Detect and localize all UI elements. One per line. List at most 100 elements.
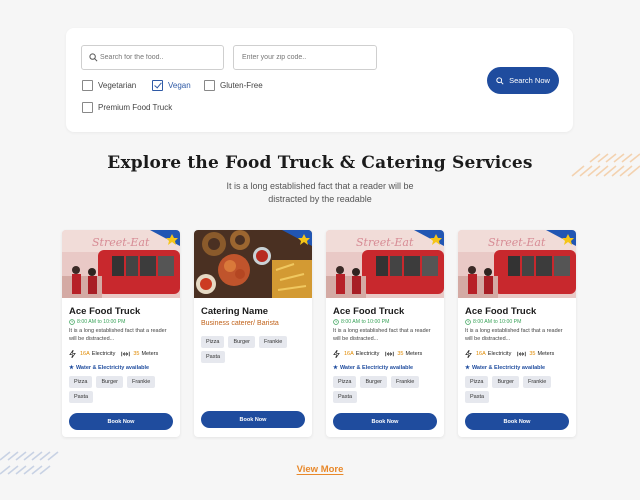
lightning-icon — [333, 350, 340, 358]
catering-card: Catering Name Business caterer/ Barista … — [194, 230, 312, 437]
section-title: Explore the Food Truck & Catering Servic… — [107, 153, 533, 173]
availability-text: Water & Electricity available — [75, 365, 150, 371]
search-now-label: Search Now — [509, 76, 550, 85]
clock-icon — [333, 319, 339, 325]
tag: Pizza — [201, 336, 225, 348]
clock-icon — [69, 319, 75, 325]
premium-food-truck-label: Premium Food Truck — [98, 103, 173, 112]
book-now-button[interactable]: Book Now — [69, 413, 173, 430]
electricity-label: Electricity — [355, 351, 380, 357]
card-description: It is a long established fact that a rea… — [333, 328, 431, 342]
distance-value: 35 — [529, 351, 536, 357]
card-title: Catering Name — [201, 306, 269, 317]
electricity-label: Electricity — [91, 351, 116, 357]
card-hours: 8:00 AM to 10:00 PM — [465, 319, 521, 325]
electricity-amp: 16A — [476, 351, 486, 357]
view-more-link[interactable]: View More — [0, 464, 640, 475]
book-now-button[interactable]: Book Now — [465, 413, 569, 430]
tag: Burger — [360, 376, 387, 388]
star-icon: ★ — [333, 365, 338, 371]
book-now-button[interactable]: Book Now — [201, 411, 305, 428]
search-now-button[interactable]: Search Now — [487, 67, 559, 94]
tag: Pasta — [465, 391, 490, 403]
tag: Pasta — [69, 391, 94, 403]
electricity-label: Electricity — [487, 351, 512, 357]
card-hours: 8:00 AM to 10:00 PM — [69, 319, 125, 325]
card-availability: ★ Water & Electricity available — [465, 365, 545, 371]
card-title: Ace Food Truck — [69, 306, 141, 317]
search-icon — [89, 53, 98, 62]
svg-text:Street-Eat: Street-Eat — [92, 236, 150, 249]
card-hours: 8:00 AM to 10:00 PM — [333, 319, 389, 325]
tag: Pasta — [201, 351, 226, 363]
card-hours-text: 8:00 AM to 10:00 PM — [341, 319, 390, 325]
card-description: It is a long established fact that a rea… — [465, 328, 563, 342]
food-truck-image: Street-Eat — [326, 230, 444, 298]
availability-text: Water & Electricity available — [471, 365, 546, 371]
lightning-icon — [69, 350, 76, 358]
tag: Pizza — [333, 376, 357, 388]
distance-value: 35 — [133, 351, 140, 357]
card-tags: Pizza Burger Frankie Pasta — [69, 376, 177, 403]
food-truck-card: Street-Eat Ace Food Truck 8:00 AM to 10:… — [458, 230, 576, 437]
tag: Frankie — [390, 376, 420, 388]
distance-value: 35 — [397, 351, 404, 357]
card-hours-text: 8:00 AM to 10:00 PM — [473, 319, 522, 325]
electricity-amp: 16A — [80, 351, 90, 357]
premium-food-truck-checkbox[interactable] — [82, 102, 93, 113]
zip-code-input[interactable] — [233, 45, 377, 70]
search-panel: Vegetarian Vegan Gluten-Free Premium Foo… — [66, 28, 573, 132]
tag: Burger — [96, 376, 123, 388]
card-tags: Pizza Burger Frankie Pasta — [201, 336, 309, 363]
distance-icon — [385, 351, 394, 357]
gluten-free-label: Gluten-Free — [220, 81, 263, 90]
card-tags: Pizza Burger Frankie Pasta — [465, 376, 573, 403]
filter-gluten-free[interactable]: Gluten-Free — [204, 80, 263, 91]
section-subtitle: It is a long established fact that a rea… — [226, 181, 414, 204]
filter-vegan[interactable]: Vegan — [152, 80, 191, 91]
tag: Burger — [228, 336, 255, 348]
vegan-checkbox[interactable] — [152, 80, 163, 91]
vegetarian-checkbox[interactable] — [82, 80, 93, 91]
food-search-input[interactable] — [81, 45, 224, 70]
tag: Burger — [492, 376, 519, 388]
vegetarian-label: Vegetarian — [98, 81, 137, 90]
food-truck-image: Street-Eat — [458, 230, 576, 298]
star-icon: ★ — [69, 365, 74, 371]
filter-premium-food-truck[interactable]: Premium Food Truck — [82, 102, 172, 113]
distance-icon — [121, 351, 130, 357]
availability-text: Water & Electricity available — [339, 365, 414, 371]
card-meta: 16A Electricity 35 Meters — [465, 350, 554, 358]
tag: Pizza — [465, 376, 489, 388]
tag: Frankie — [126, 376, 156, 388]
distance-label: Meters — [405, 351, 423, 357]
card-hours-text: 8:00 AM to 10:00 PM — [77, 319, 126, 325]
distance-label: Meters — [141, 351, 159, 357]
card-availability: ★ Water & Electricity available — [333, 365, 413, 371]
food-truck-card: Street-Eat Ace Food Truck 8:00 AM to 10:… — [62, 230, 180, 437]
distance-icon — [517, 351, 526, 357]
catering-food-image — [194, 230, 312, 298]
tag: Frankie — [522, 376, 552, 388]
star-icon: ★ — [465, 365, 470, 371]
card-subtitle: Business caterer/ Barista — [201, 320, 279, 327]
book-now-button[interactable]: Book Now — [333, 413, 437, 430]
svg-text:Street-Eat: Street-Eat — [488, 236, 546, 249]
card-title: Ace Food Truck — [465, 306, 537, 317]
card-meta: 16A Electricity 35 Meters — [69, 350, 158, 358]
electricity-amp: 16A — [344, 351, 354, 357]
filter-vegetarian[interactable]: Vegetarian — [82, 80, 136, 91]
card-title: Ace Food Truck — [333, 306, 405, 317]
clock-icon — [465, 319, 471, 325]
search-icon — [496, 76, 504, 85]
tag: Pasta — [333, 391, 358, 403]
lightning-icon — [465, 350, 472, 358]
gluten-free-checkbox[interactable] — [204, 80, 215, 91]
card-description: It is a long established fact that a rea… — [69, 328, 167, 342]
svg-text:Street-Eat: Street-Eat — [356, 236, 414, 249]
food-truck-card: Street-Eat Ace Food Truck 8:00 AM to 10:… — [326, 230, 444, 437]
card-availability: ★ Water & Electricity available — [69, 365, 149, 371]
distance-label: Meters — [537, 351, 555, 357]
card-meta: 16A Electricity 35 Meters — [333, 350, 422, 358]
tag: Frankie — [258, 336, 288, 348]
